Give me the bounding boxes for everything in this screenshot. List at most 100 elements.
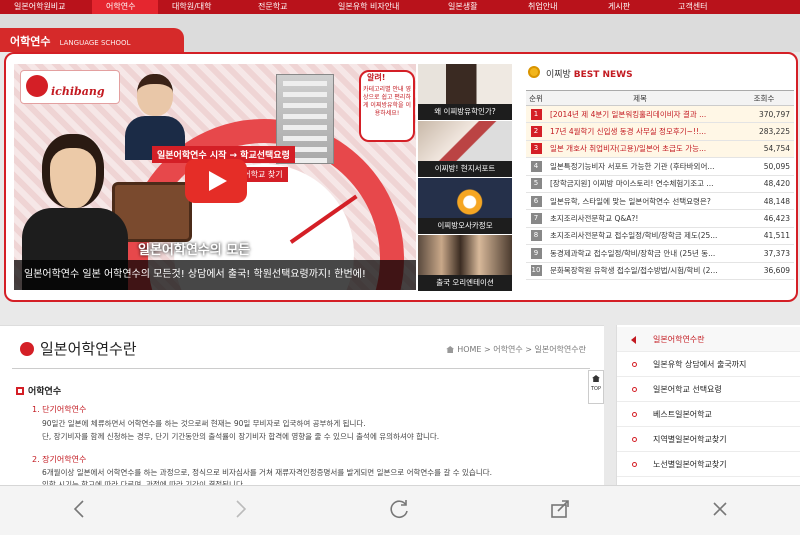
col-title: 제목 bbox=[546, 90, 734, 106]
back-icon[interactable] bbox=[66, 495, 94, 523]
rank-badge: 9 bbox=[530, 247, 542, 259]
top-nav: 일본어학원비교 어학연수 대학원/대학 전문학교 일본유학 비자안내 일본생활 … bbox=[0, 0, 800, 14]
rank-badge: 6 bbox=[530, 195, 542, 207]
thumbnail-2[interactable]: 이찌방! 현지서포트 bbox=[418, 121, 512, 177]
long-term-heading: 2. 장기어학연수 bbox=[32, 455, 87, 464]
section-heading: 어학연수 bbox=[16, 384, 61, 397]
nav-item-4[interactable]: 전문학교 bbox=[244, 0, 324, 14]
news-title-link[interactable]: 문화복장학원 유학생 접수일/접수방법/시험/학비 (2... bbox=[546, 262, 734, 280]
news-title-link[interactable]: 초지조리사전문학교 Q&A?! bbox=[546, 209, 734, 228]
rank-cell: 8 bbox=[526, 227, 546, 246]
square-bullet-icon bbox=[16, 387, 24, 395]
best-news-row[interactable]: 3 일본 개호사 취업비자(고용)/일본어 초급도 가능... 54,754 bbox=[526, 140, 794, 159]
section-tab-title: 어학연수 bbox=[10, 35, 51, 48]
play-icon bbox=[209, 171, 227, 191]
views-cell: 41,511 bbox=[734, 227, 794, 246]
play-button[interactable] bbox=[185, 159, 247, 203]
views-cell: 46,423 bbox=[734, 209, 794, 228]
rank-badge: 1 bbox=[530, 108, 542, 120]
thumbnail-1[interactable]: 왜 이찌방유학인가? bbox=[418, 64, 512, 120]
thumbnail-2-caption: 이찌방! 현지서포트 bbox=[418, 161, 512, 177]
news-title-link[interactable]: 일본유학, 스타일에 맞는 일본어학연수 선택요령은? bbox=[546, 192, 734, 211]
side-menu-item-1[interactable]: 일본어학연수란 bbox=[617, 327, 800, 352]
speech-bubble-text: 카테고리별 안내 영상으로 쉽고 편리하게 이찌방유학을 이용하세요! bbox=[363, 86, 411, 117]
home-icon bbox=[446, 346, 455, 353]
close-icon[interactable] bbox=[706, 495, 734, 523]
thumbnail-3[interactable]: 이찌방오사카정모 bbox=[418, 178, 512, 234]
rank-cell: 9 bbox=[526, 244, 546, 263]
page-title: 일본어학연수란 bbox=[20, 338, 137, 359]
rank-badge: 10 bbox=[530, 265, 542, 277]
page-root: 일본어학원비교 어학연수 대학원/대학 전문학교 일본유학 비자안내 일본생활 … bbox=[0, 0, 800, 535]
nav-item-7[interactable]: 취업안내 bbox=[514, 0, 594, 14]
circle-bullet-icon bbox=[632, 437, 637, 442]
best-news-header: 이찌방 BEST NEWS bbox=[526, 62, 794, 84]
best-news-rows: 1 [2014년 제 4분기 일본워킹홀리데이비자 결과 ... 370,797 2 1… bbox=[526, 105, 794, 280]
video-player[interactable]: ichibang 알려! 카테고리별 안내 영상으로 쉽고 편리하게 이찌방유학… bbox=[14, 64, 416, 290]
news-title-link[interactable]: [2014년 제 4분기 일본워킹홀리데이비자 결과 ... bbox=[546, 105, 734, 124]
short-term-heading: 1. 단기어학연수 bbox=[32, 405, 87, 414]
section-tab: 어학연수 LANGUAGE SCHOOL bbox=[0, 28, 184, 52]
thumbnail-4-caption: 출국 오리엔테이션 bbox=[418, 275, 512, 291]
video-thumbnails: 왜 이찌방유학인가? 이찌방! 현지서포트 이찌방오사카정모 출국 오리엔테이션 bbox=[418, 64, 512, 291]
side-menu-item-2[interactable]: 일본유학 상담에서 출국까지 bbox=[617, 352, 800, 377]
views-cell: 37,373 bbox=[734, 244, 794, 263]
nav-item-3[interactable]: 대학원/대학 bbox=[158, 0, 244, 14]
best-news-label: 이찌방 BEST NEWS bbox=[546, 70, 633, 80]
nav-item-language-school[interactable]: 어학연수 bbox=[92, 0, 158, 14]
best-news-row[interactable]: 7 초지조리사전문학교 Q&A?! 46,423 bbox=[526, 209, 794, 228]
best-news-row[interactable]: 6 일본유학, 스타일에 맞는 일본어학연수 선택요령은? 48,148 bbox=[526, 192, 794, 211]
news-title-link[interactable]: 일본특정기능비자 서포트 가능한 기관 (후타바외어... bbox=[546, 157, 734, 176]
best-news-row[interactable]: 5 [장학금지원] 이찌방 마이스토리! 연수체험기조고 ... 48,420 bbox=[526, 175, 794, 193]
thumbnail-1-caption: 왜 이찌방유학인가? bbox=[418, 104, 512, 120]
circle-bullet-icon bbox=[632, 412, 637, 417]
speech-bubble-title: 알려! bbox=[367, 73, 386, 82]
thumbnail-4-image bbox=[418, 235, 512, 275]
rank-cell: 1 bbox=[526, 105, 546, 124]
thumbnail-3-image bbox=[418, 178, 512, 218]
nav-item-6[interactable]: 일본생활 bbox=[434, 0, 514, 14]
side-menu: 일본어학연수란 일본유학 상담에서 출국까지 일본어학교 선택요령 베스트일본어… bbox=[616, 325, 800, 485]
forward-icon[interactable] bbox=[226, 495, 254, 523]
col-views: 조회수 bbox=[734, 90, 794, 106]
rank-cell: 7 bbox=[526, 209, 546, 228]
news-title-link[interactable]: 17년 4월학기 신입생 동경 사무실 정모후기~!!... bbox=[546, 122, 734, 141]
thumbnail-1-image bbox=[418, 64, 512, 104]
share-icon[interactable] bbox=[546, 495, 574, 523]
best-news-row[interactable]: 1 [2014년 제 4분기 일본워킹홀리데이비자 결과 ... 370,797 bbox=[526, 105, 794, 124]
reload-icon[interactable] bbox=[386, 495, 414, 523]
breadcrumb: HOME > 어학연수 > 일본어학연수란 bbox=[446, 344, 586, 355]
best-news-row[interactable]: 2 17년 4월학기 신입생 동경 사무실 정모후기~!!... 283,225 bbox=[526, 122, 794, 141]
logo-mark-icon bbox=[26, 75, 48, 97]
nav-item-9[interactable]: 고객센터 bbox=[664, 0, 800, 14]
logo-text: ichibang bbox=[51, 85, 105, 98]
nav-item-8[interactable]: 게시판 bbox=[594, 0, 664, 14]
rank-badge: 7 bbox=[530, 213, 542, 225]
thumbnail-3-caption: 이찌방오사카정모 bbox=[418, 218, 512, 234]
rank-badge: 8 bbox=[530, 230, 542, 242]
best-news-row[interactable]: 9 동경제과학교 접수일정/학비/장학금 안내 (25년 동... 37,373 bbox=[526, 244, 794, 263]
nav-item-5[interactable]: 일본유학 비자안내 bbox=[324, 0, 434, 14]
side-menu-item-6[interactable]: 노선별일본어학교찾기 bbox=[617, 452, 800, 477]
views-cell: 54,754 bbox=[734, 140, 794, 159]
best-news-header-row: 순위 제목 조회수 bbox=[526, 90, 794, 106]
best-news-row[interactable]: 10 문화복장학원 유학생 접수일/접수방법/시험/학비 (2... 36,609 bbox=[526, 262, 794, 280]
best-news-row[interactable]: 8 초지조리사전문학교 접수일정/학비/장학금 제도(25... 41,511 bbox=[526, 227, 794, 246]
news-title-link[interactable]: 초지조리사전문학교 접수일정/학비/장학금 제도(25... bbox=[546, 227, 734, 246]
rank-cell: 2 bbox=[526, 122, 546, 141]
side-menu-item-4[interactable]: 베스트일본어학교 bbox=[617, 402, 800, 427]
news-title-link[interactable]: 동경제과학교 접수일정/학비/장학금 안내 (25년 동... bbox=[546, 244, 734, 263]
circle-bullet-icon bbox=[632, 387, 637, 392]
medal-icon bbox=[528, 66, 540, 78]
nav-item-1[interactable]: 일본어학원비교 bbox=[0, 0, 92, 14]
news-title-link[interactable]: 일본 개호사 취업비자(고용)/일본어 초급도 가능... bbox=[546, 140, 734, 159]
scroll-top-button[interactable]: TOP bbox=[588, 370, 604, 404]
views-cell: 48,420 bbox=[734, 175, 794, 193]
thumbnail-4[interactable]: 출국 오리엔테이션 bbox=[418, 235, 512, 291]
best-news-row[interactable]: 4 일본특정기능비자 서포트 가능한 기관 (후타바외어... 50,095 bbox=[526, 157, 794, 176]
speech-bubble: 알려! 카테고리별 안내 영상으로 쉽고 편리하게 이찌방유학을 이용하세요! bbox=[359, 70, 415, 142]
side-menu-item-5[interactable]: 지역별일본어학교찾기 bbox=[617, 427, 800, 452]
news-title-link[interactable]: [장학금지원] 이찌방 마이스토리! 연수체험기조고 ... bbox=[546, 175, 734, 193]
side-menu-item-3[interactable]: 일본어학교 선택요령 bbox=[617, 377, 800, 402]
home-icon bbox=[592, 375, 600, 382]
